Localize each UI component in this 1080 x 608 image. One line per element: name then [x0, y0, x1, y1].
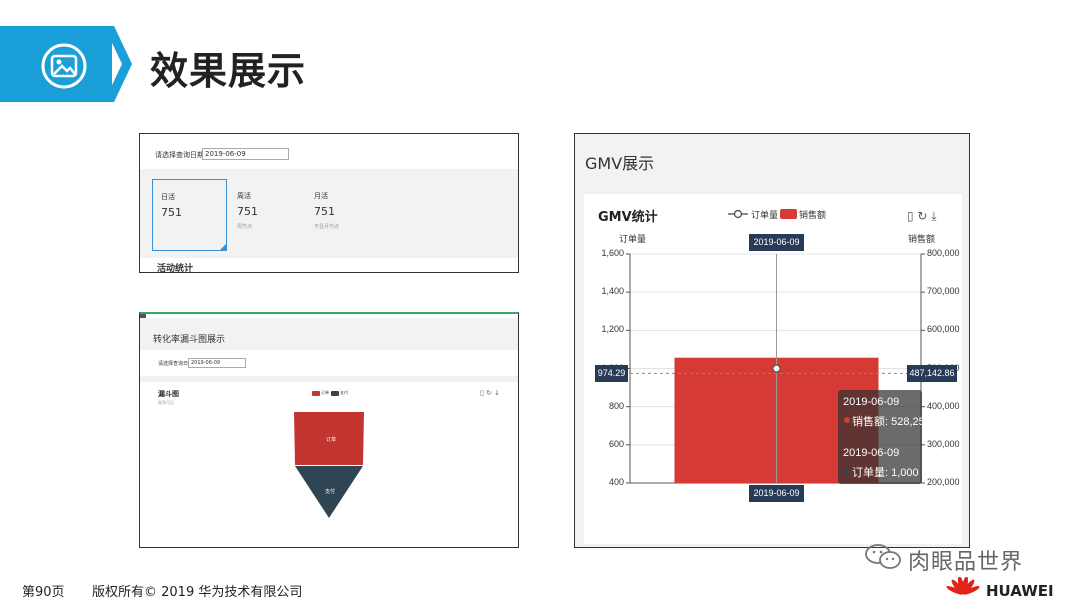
left-tick-label: 400 [608, 477, 624, 487]
page-number: 第90页 [22, 585, 65, 600]
huawei-logo-icon [946, 577, 980, 595]
gmv-chart-title: GMV统计 [598, 210, 658, 225]
legend-order-count-label: 订单量 [751, 211, 779, 221]
tooltip-date1: 2019-06-09 [843, 396, 900, 408]
crosshair-x-label-top: 2019-06-09 [749, 234, 804, 251]
gmv-toolbox-icons[interactable]: ▯ ↻ ⤓ [907, 209, 937, 224]
tooltip-dot-orders [844, 468, 850, 474]
right-axis-label: 销售额 [908, 235, 936, 245]
right-tick-label: 600,000 [927, 324, 960, 335]
left-tick-label: 1,400 [601, 286, 624, 297]
crosshair-right-value: 487,142.86 [907, 365, 957, 382]
huawei-brand-text: HUAWEI [986, 582, 1054, 600]
point-orders-2019-06-09 [772, 364, 781, 373]
wechat-icon [865, 544, 901, 569]
left-axis-label: 订单量 [619, 235, 647, 245]
legend-line-icon [728, 209, 748, 219]
legend-sales-label: 销售额 [799, 211, 827, 221]
left-tick-label: 800 [608, 400, 624, 411]
right-tick-label: 200,000 [927, 477, 960, 487]
left-tick-label: 1,600 [601, 248, 624, 258]
tooltip-date2: 2019-06-09 [843, 447, 900, 459]
crosshair-x-label-bottom: 2019-06-09 [749, 485, 804, 502]
right-tick-label: 800,000 [927, 248, 960, 258]
gmv-chart-svg [626, 253, 925, 484]
left-tick-label: 1,200 [601, 324, 624, 335]
crosshair-left-value: 974.29 [595, 365, 628, 382]
copyright-text: 版权所有© 2019 华为技术有限公司 [92, 585, 303, 600]
tooltip-sales: 销售额: 528,257 [852, 416, 931, 428]
right-tick-label: 700,000 [927, 286, 960, 297]
left-tick-label: 600 [608, 438, 624, 449]
right-tick-label: 400,000 [927, 400, 960, 411]
right-tick-label: 300,000 [927, 438, 960, 449]
chart-tooltip: 2019-06-09 销售额: 528,257 2019-06-09 订单量: … [838, 390, 931, 484]
watermark-text: 肉眼品世界 [908, 550, 1024, 575]
legend-sales-swatch [780, 209, 797, 219]
tooltip-dot-sales [844, 417, 850, 423]
tooltip-orders: 订单量: 1,000 [852, 467, 919, 479]
